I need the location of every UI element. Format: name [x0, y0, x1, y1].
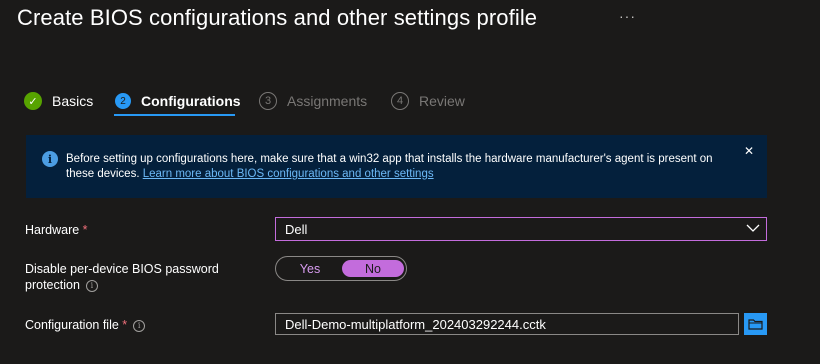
info-tooltip-icon[interactable]: i	[85, 279, 98, 292]
step-basics-label: Basics	[52, 93, 94, 109]
close-icon[interactable]: ✕	[744, 144, 754, 158]
step-number-badge: 4	[391, 92, 409, 110]
configuration-file-input[interactable]: Dell-Demo-multiplatform_202403292244.cct…	[275, 313, 739, 335]
required-mark: *	[82, 223, 88, 237]
configuration-file-label: Configuration file * i	[25, 317, 146, 333]
step-basics[interactable]: ✓ Basics	[24, 87, 93, 115]
step-assignments[interactable]: 3 Assignments	[259, 87, 367, 115]
step-assignments-label: Assignments	[287, 93, 368, 109]
step-configurations-label: Configurations	[141, 93, 241, 109]
banner-message: Before setting up configurations here, m…	[66, 152, 742, 182]
step-number-badge: 3	[259, 92, 277, 110]
info-icon: i	[42, 151, 58, 167]
hardware-label: Hardware *	[25, 223, 88, 237]
more-options-button[interactable]: ···	[619, 8, 636, 24]
password-protection-label: Disable per-device BIOS password protect…	[25, 262, 219, 292]
toggle-option-yes[interactable]: Yes	[280, 260, 340, 277]
page-title: Create BIOS configurations and other set…	[17, 5, 538, 30]
step-configurations[interactable]: 2 Configurations	[115, 87, 241, 115]
toggle-option-no[interactable]: No	[342, 260, 404, 277]
step-review-label: Review	[419, 93, 465, 109]
info-banner: i Before setting up configurations here,…	[26, 135, 767, 198]
hardware-dropdown[interactable]: Dell	[275, 217, 767, 241]
folder-icon	[748, 319, 763, 330]
configuration-file-value: Dell-Demo-multiplatform_202403292244.cct…	[285, 317, 546, 332]
active-step-indicator	[114, 114, 235, 116]
step-review[interactable]: 4 Review	[391, 87, 465, 115]
required-mark: *	[122, 318, 128, 332]
learn-more-link[interactable]: Learn more about BIOS configurations and…	[143, 168, 434, 180]
chevron-down-icon	[746, 224, 760, 232]
step-number-badge: 2	[115, 93, 131, 109]
password-protection-toggle: Yes No	[275, 256, 407, 281]
checkmark-icon: ✓	[24, 92, 42, 110]
info-tooltip-icon[interactable]: i	[133, 319, 146, 332]
hardware-value: Dell	[285, 222, 308, 237]
browse-file-button[interactable]	[744, 313, 767, 335]
